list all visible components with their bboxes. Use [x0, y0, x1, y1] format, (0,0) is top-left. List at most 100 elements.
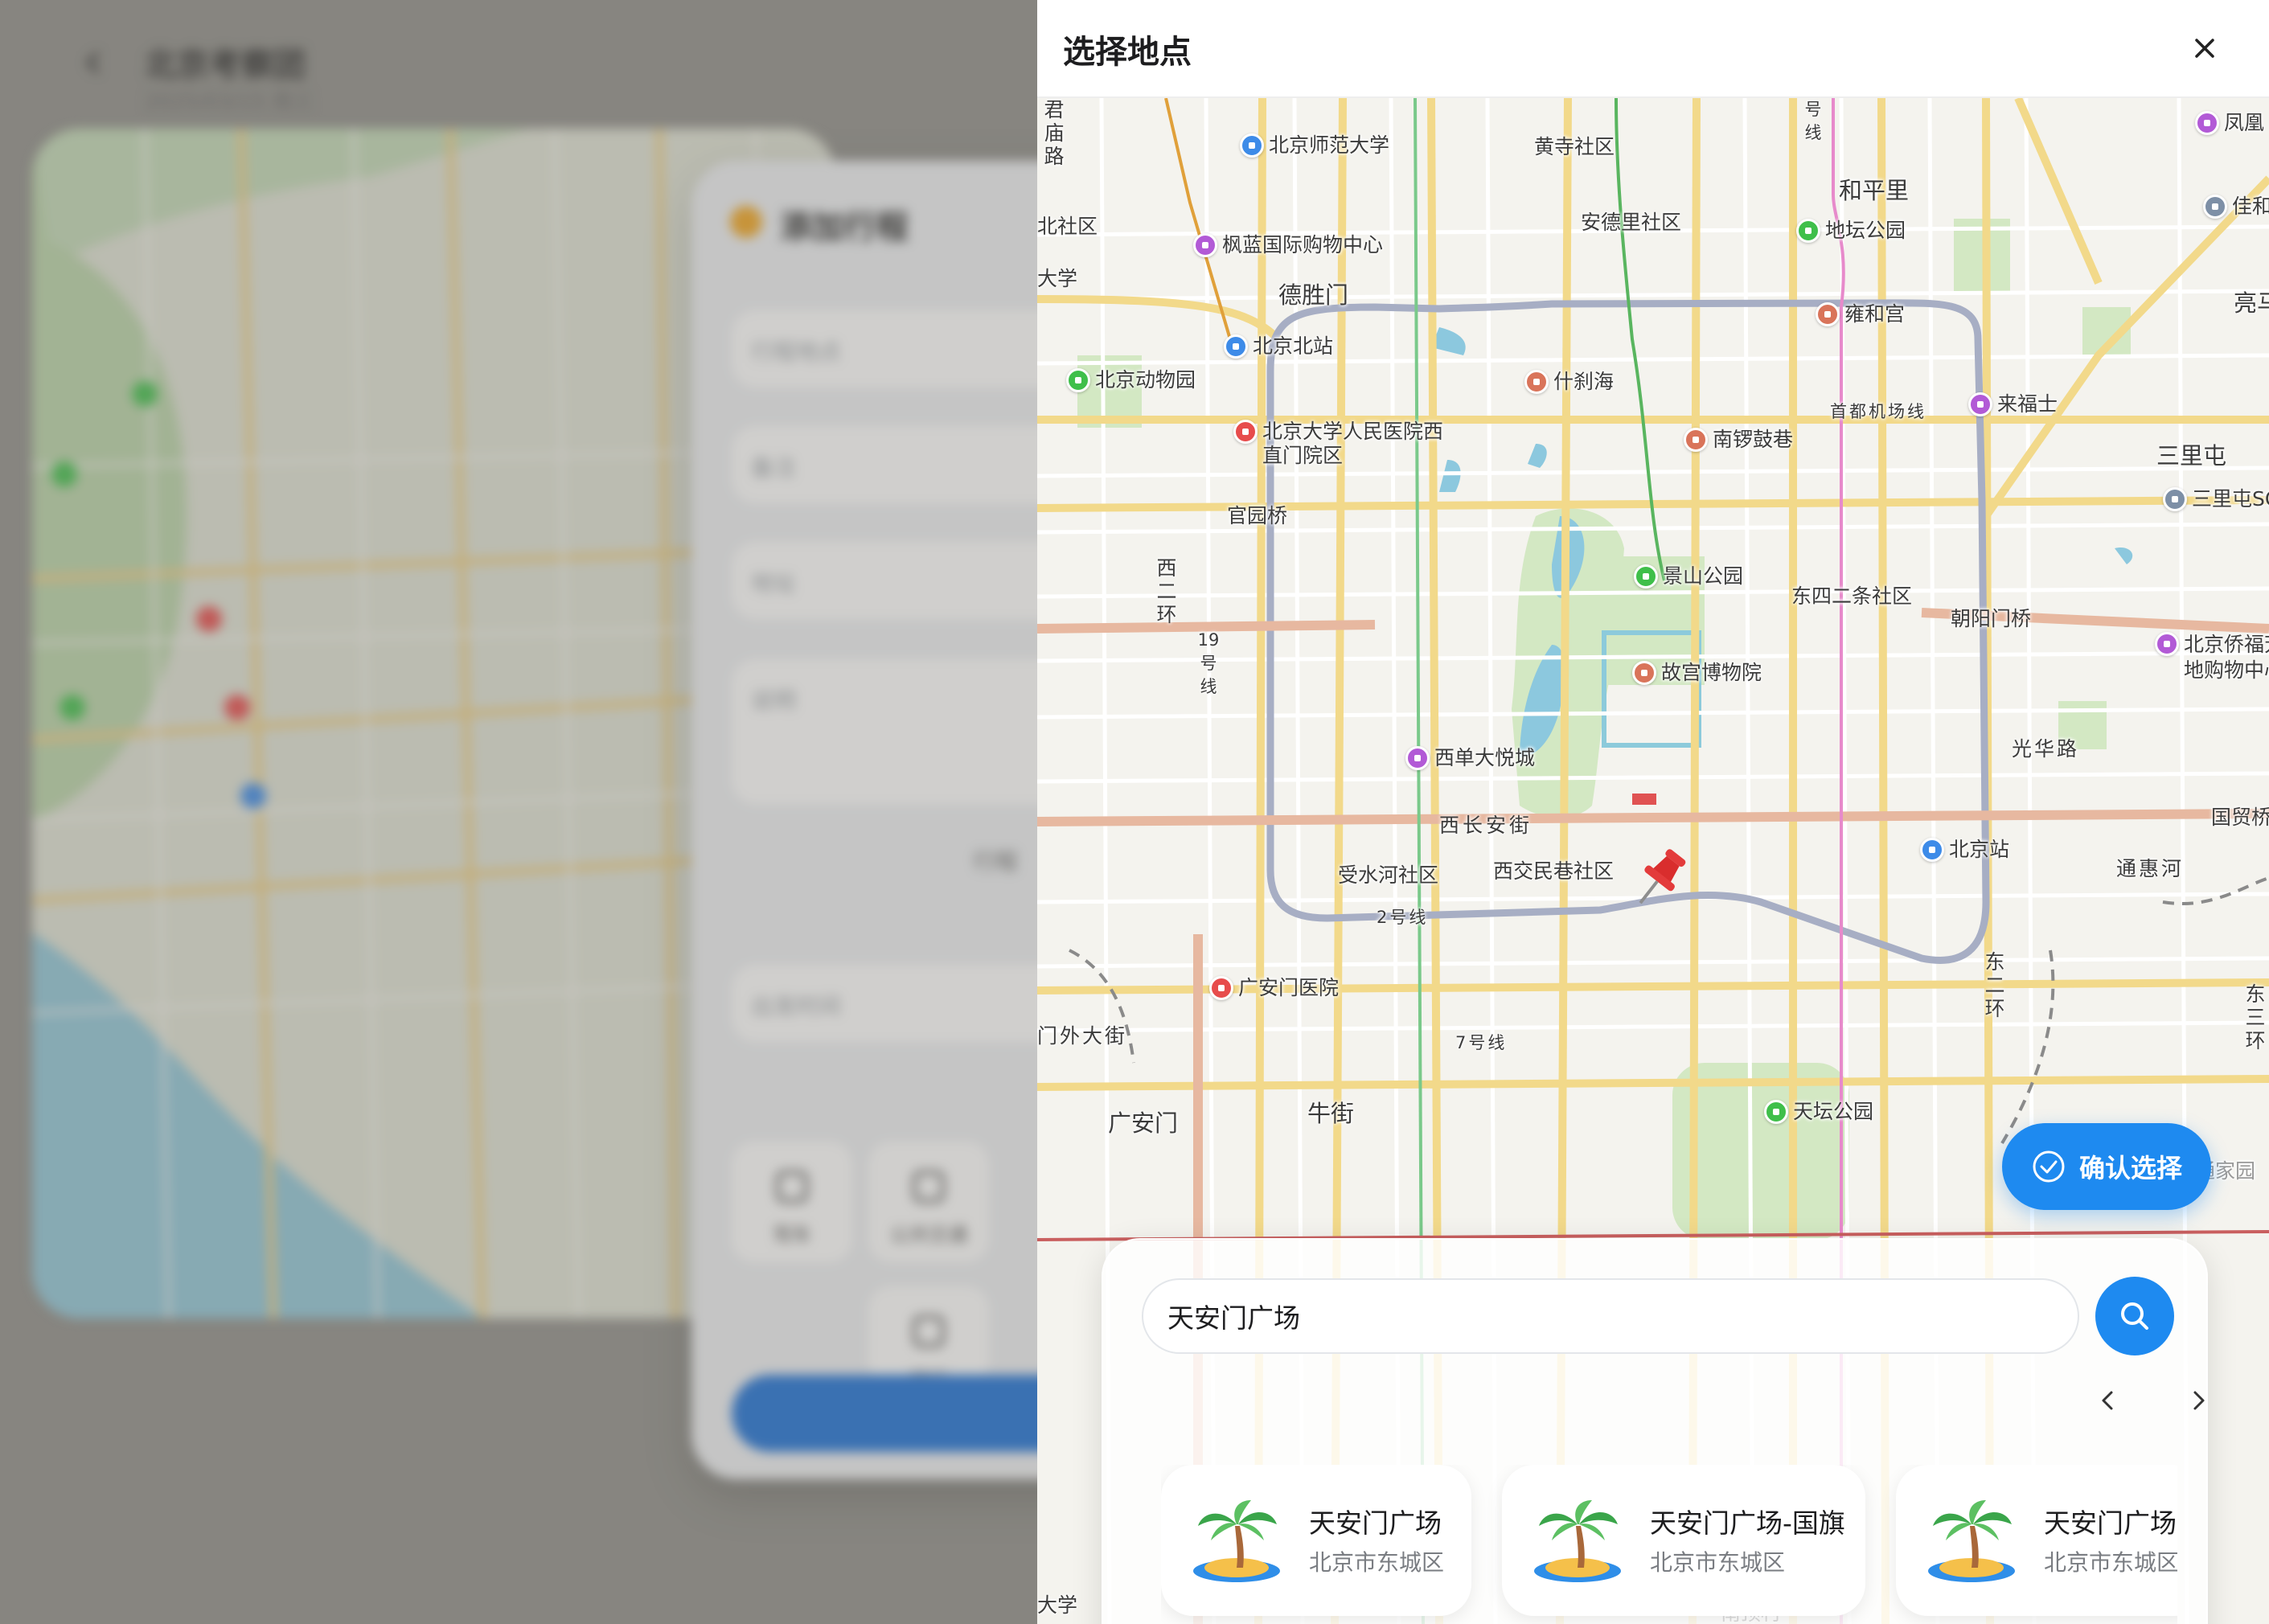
map-label-huangsi: 黄寺社区 [1534, 135, 1615, 158]
map-label-guanghualu: 光华路 [2012, 737, 2080, 761]
map-label-menwai: 门外大街 [1037, 1024, 1128, 1048]
shopping-icon [1405, 746, 1430, 770]
result-district: 北京市东城区 [1309, 1549, 1445, 1576]
check-circle-icon [2033, 1150, 2065, 1183]
poi-beijing-station[interactable]: 北京站 [1920, 838, 2009, 862]
map-label-airport-line: 首都机场线 [1830, 402, 1926, 421]
map-label-andeli: 安德里社区 [1581, 211, 1682, 234]
poi-sanlitun-soho[interactable]: 三里屯SOHO [2163, 487, 2269, 511]
map-label-xijiaominxiang: 西交民巷社区 [1493, 859, 1615, 883]
poi-beijing-zoo[interactable]: 北京动物园 [1066, 368, 1196, 392]
university-icon [1240, 133, 1264, 158]
train-station-icon [1920, 838, 1944, 862]
result-card[interactable]: 天安门广场 北京市东城区 [1161, 1465, 1471, 1616]
map-label-east-3rd-ring: 东三环 [2245, 982, 2266, 1052]
poi-jingshan-park[interactable]: 景山公园 [1634, 564, 1743, 588]
background-app: 北京考察团 2025/03/15 周三 添加行程 行程地点 备注 地址 说明 行… [0, 0, 1045, 1624]
map-label-shoushuihe: 受水河社区 [1338, 863, 1439, 887]
result-district: 北京市东城区 [1650, 1549, 1786, 1576]
poi-raffles[interactable]: 来福士 [1968, 392, 2058, 416]
zoo-icon [1066, 368, 1090, 392]
confirm-selection-label: 确认选择 [2078, 1153, 2182, 1183]
poi-temple-of-heaven[interactable]: 天坛公园 [1764, 1100, 1873, 1124]
map-label-guanganmen: 广安门 [1108, 1109, 1179, 1137]
search-results-list[interactable]: 天安门广场 北京市东城区 天安门广场-国旗 北京市东城区 天安门广场 北京市东城… [1161, 1465, 2177, 1624]
modal-overlay[interactable] [0, 0, 1045, 1624]
search-icon [2121, 1302, 2148, 1330]
map-label-line2: 2号线 [1377, 908, 1429, 927]
poi-fenglan-mall[interactable]: 枫蓝国际购物中心 [1193, 233, 1383, 257]
shopping-icon [1968, 392, 1992, 416]
map-label-junmiaolu: 君庙路 [1044, 98, 1065, 168]
search-panel: 天安门广场 北京市东城区 天安门广场-国旗 北京市 [1102, 1238, 2208, 1624]
poi-shichahai[interactable]: 什刹海 [1524, 370, 1614, 394]
map-label-hepingli: 和平里 [1839, 177, 1910, 204]
map-label-tonghuihe: 通惠河 [2116, 857, 2185, 880]
result-card[interactable]: 天安门广场-国旗 北京市东城区 [1502, 1465, 1865, 1616]
palm-tree-icon [1193, 1500, 1280, 1582]
map-label-xichangan: 西长安街 [1439, 814, 1533, 837]
landmark-icon [1684, 428, 1708, 452]
map-label-beishequ: 北社区 [1037, 215, 1098, 238]
poi-nanluoguxiang[interactable]: 南锣鼓巷 [1684, 428, 1793, 452]
poi-xidan-joycity[interactable]: 西单大悦城 [1405, 746, 1535, 770]
map-label-deshengmen: 德胜门 [1278, 281, 1349, 309]
landmark-icon [1524, 370, 1549, 394]
poi-parkview-green[interactable]: 北京侨福芳草地购物中心 [2155, 632, 2269, 683]
map-label-west-2nd-ring: 西二环 [1156, 556, 1177, 626]
building-icon [2163, 487, 2187, 511]
building-icon [2203, 195, 2227, 219]
map-view[interactable]: 德胜门 黄寺社区 和平里 安德里社区 北社区 大学 官园桥 东四二条社区 朝阳门… [1037, 98, 2269, 1624]
map-label-east-2nd-ring: 东二环 [1984, 950, 2005, 1020]
map-label-guomaoqiao: 国贸桥 [2211, 806, 2269, 829]
drawer-header: 选择地点 [1037, 0, 2269, 98]
map-label-line-top: 号线 [1804, 100, 1822, 142]
confirm-selection-button[interactable]: 确认选择 [2002, 1123, 2211, 1210]
map-label-guanyuanqiao: 官园桥 [1227, 504, 1288, 527]
poi-fenghuang[interactable]: 凤凰 [2195, 111, 2264, 135]
close-icon[interactable] [2187, 31, 2222, 66]
result-name: 天安门广场-国旗 [1650, 1507, 1845, 1539]
palm-tree-icon [1928, 1500, 2015, 1582]
map-label-sanlitun: 三里屯 [2156, 442, 2227, 470]
map-label-liangma: 亮马 [2234, 289, 2269, 317]
result-name: 天安门广场 [1309, 1507, 1442, 1539]
park-icon [1796, 219, 1820, 243]
select-location-drawer: 选择地点 德胜门 黄寺社区 和平里 安德里社区 北社区 大学 官园桥 东四二条社… [1037, 0, 2269, 1624]
palm-tree-icon [1534, 1500, 1621, 1582]
map-label-daxue-bottom: 大学 [1037, 1593, 1078, 1617]
hospital-icon [1233, 420, 1258, 444]
park-icon [1634, 564, 1658, 588]
poi-jiahe[interactable]: 佳和 [2203, 195, 2269, 219]
result-district: 北京市东城区 [2044, 1549, 2177, 1576]
map-label-dongsi: 东四二条社区 [1791, 584, 1913, 608]
map-label-daxue: 大学 [1037, 267, 1078, 290]
map-label-niujie: 牛街 [1307, 1100, 1355, 1127]
poi-yonghegong[interactable]: 雍和宫 [1816, 302, 1905, 326]
chevron-left-icon[interactable] [2092, 1384, 2124, 1417]
poi-palace-museum[interactable]: 故宫博物院 [1632, 661, 1762, 685]
poi-pku-peoples-hospital[interactable]: 北京大学人民医院西直门院区 [1233, 420, 1455, 468]
search-input[interactable] [1142, 1278, 2079, 1354]
poi-bnu[interactable]: 北京师范大学 [1240, 133, 1389, 158]
pushpin-icon[interactable] [1629, 844, 1693, 917]
shopping-icon [2155, 632, 2179, 656]
landmark-icon [1816, 302, 1840, 326]
landmark-icon [1632, 661, 1656, 685]
train-station-icon [1224, 334, 1248, 359]
map-label-line7: 7号线 [1455, 1033, 1508, 1052]
poi-beijing-north-station[interactable]: 北京北站 [1224, 334, 1333, 359]
map-label-line19: 19号线 [1197, 630, 1220, 696]
search-button[interactable] [2095, 1277, 2174, 1355]
result-name: 天安门广场 [2044, 1507, 2177, 1539]
drawer-title: 选择地点 [1063, 34, 1192, 71]
chevron-right-icon[interactable] [2182, 1384, 2214, 1417]
result-card[interactable]: 天安门广场 北京市东城区 [1896, 1465, 2177, 1616]
map-label-chaoyangmen: 朝阳门桥 [1951, 607, 2032, 630]
park-icon [1764, 1100, 1788, 1124]
shopping-icon [2195, 111, 2219, 135]
poi-ditan-park[interactable]: 地坛公园 [1796, 219, 1906, 243]
shopping-icon [1193, 233, 1217, 257]
poi-guanganmen-hospital[interactable]: 广安门医院 [1209, 976, 1339, 1000]
hospital-icon [1209, 976, 1233, 1000]
